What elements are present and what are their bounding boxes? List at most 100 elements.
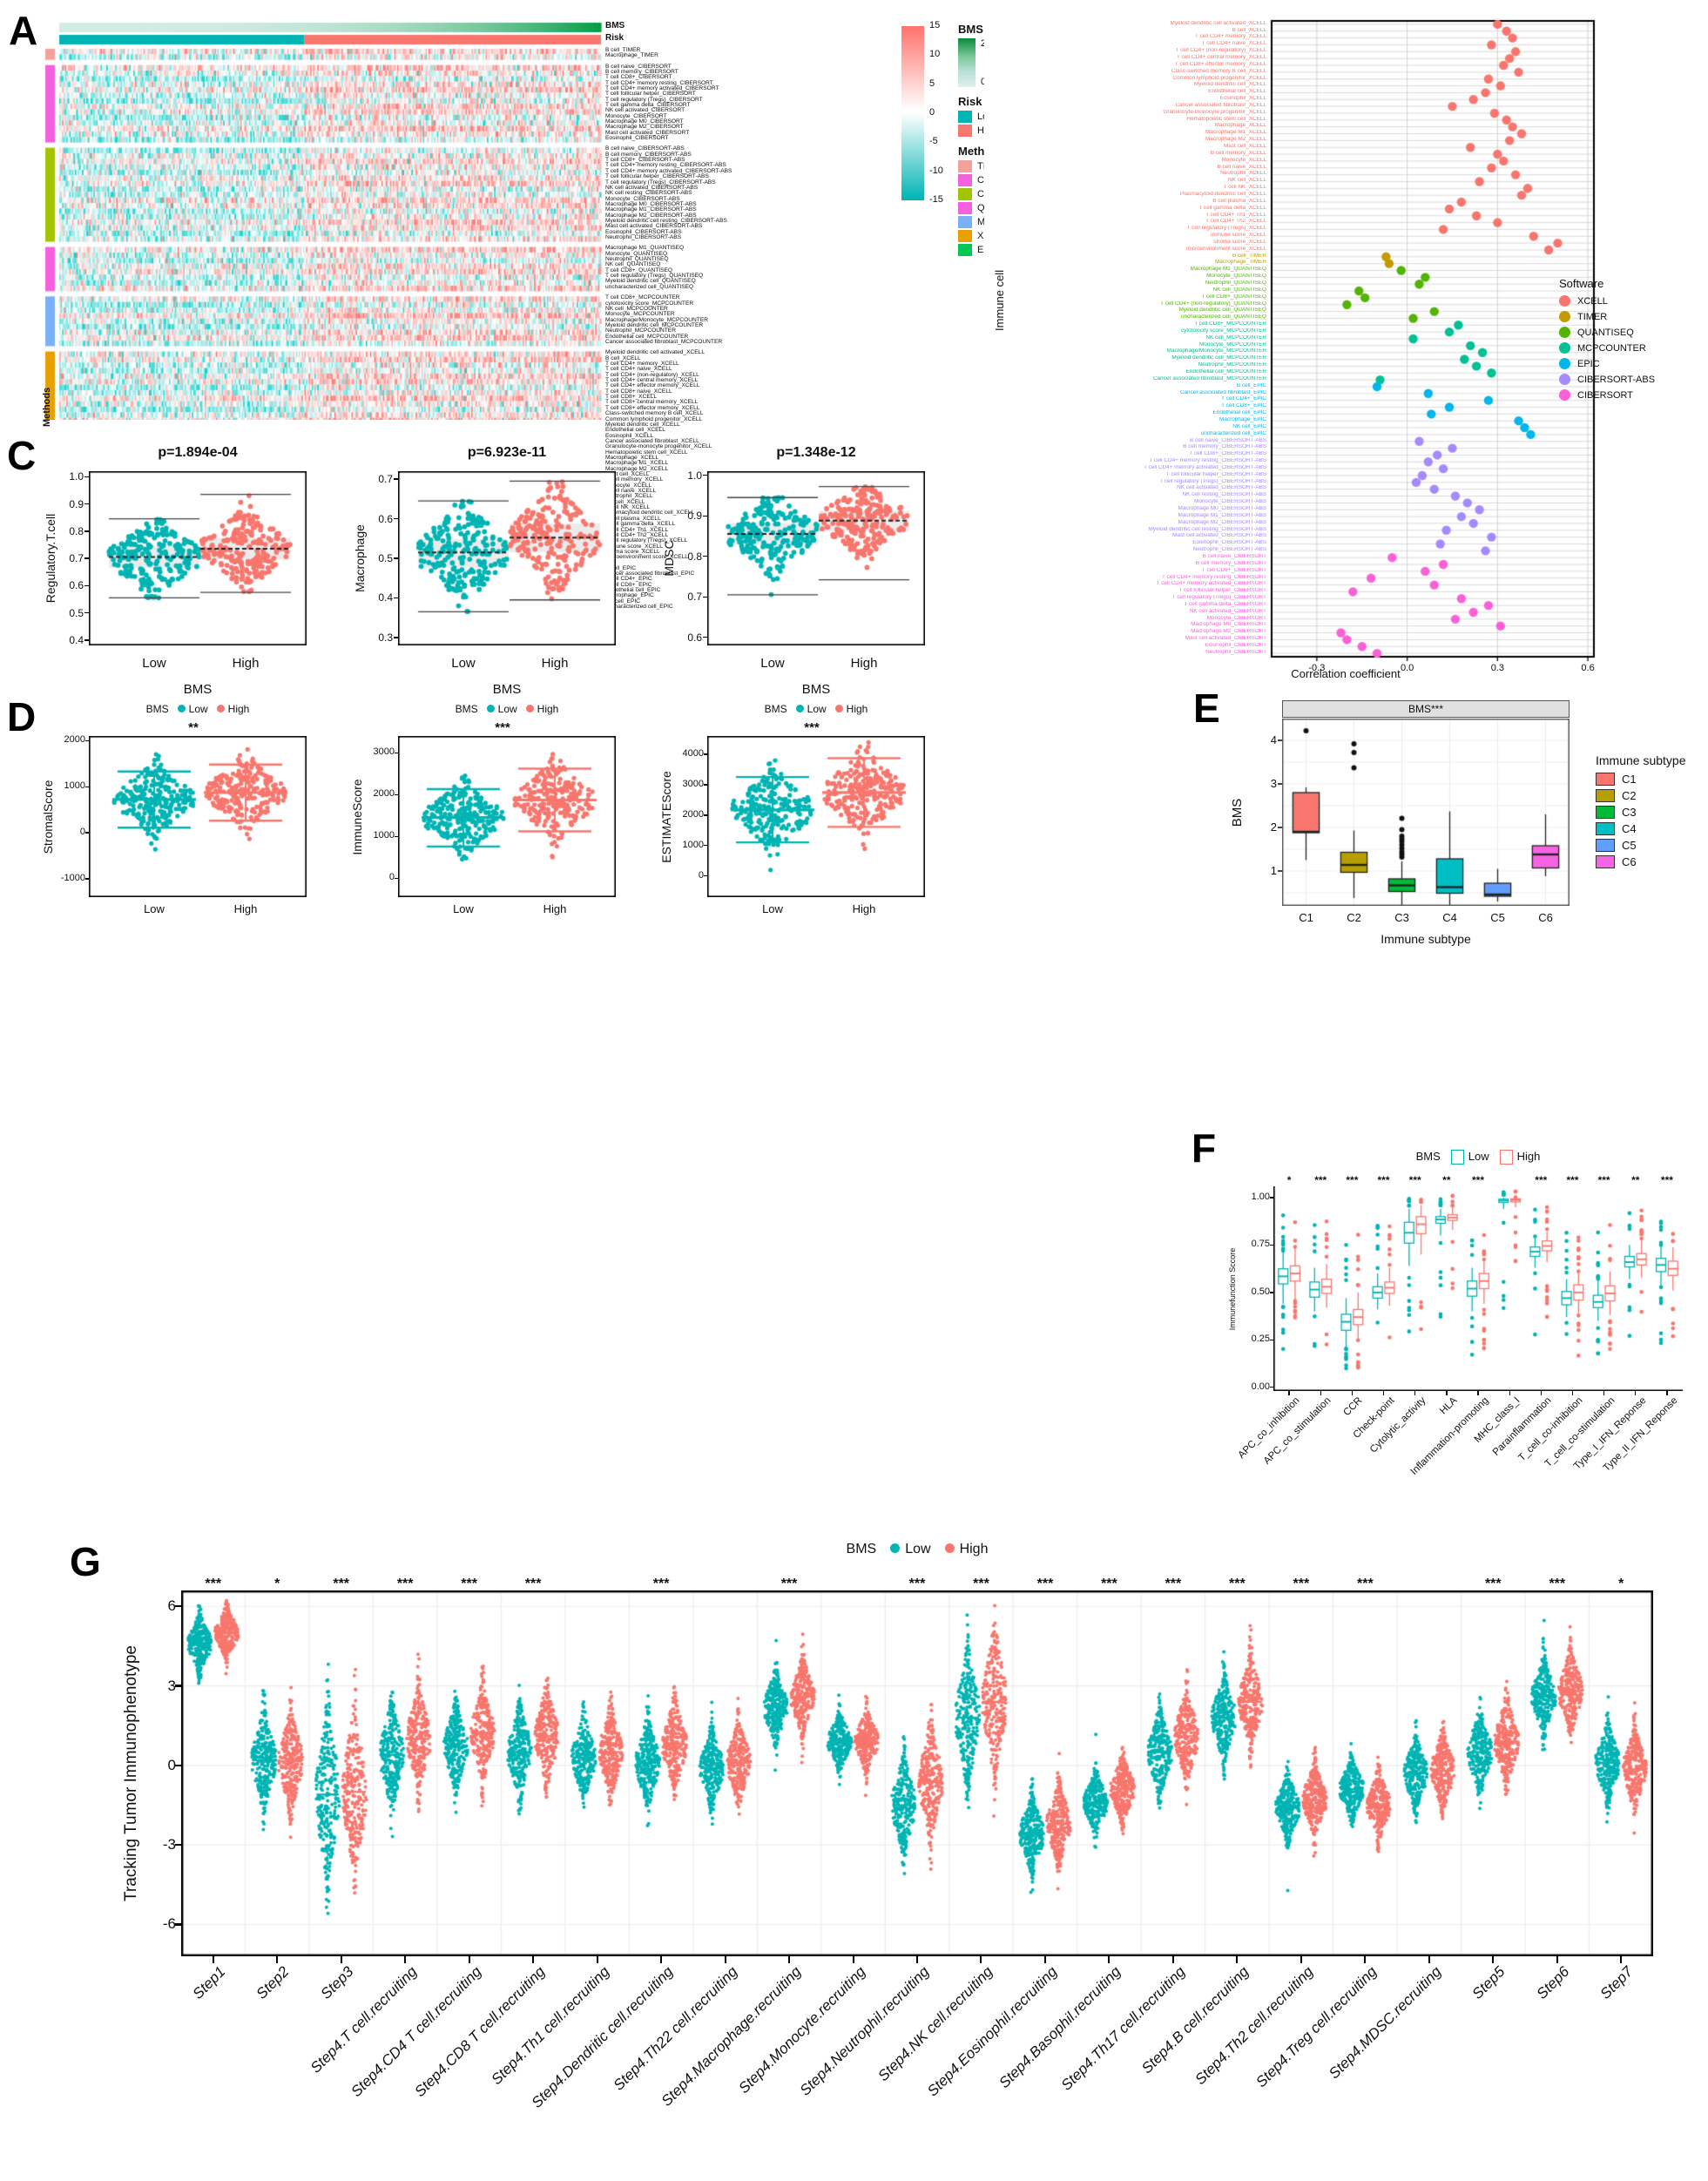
panel-f-significance: *** bbox=[1408, 1174, 1421, 1186]
panel-e-legend-item: C2 bbox=[1596, 789, 1708, 802]
panel-f-legend-label: High bbox=[1516, 1150, 1541, 1163]
panel-g-xtick-mark bbox=[660, 1956, 663, 1963]
heatmap-row-label: Neutrophil_CIBERSORT-ABS bbox=[605, 234, 682, 240]
panel-b-cell-label: Eosinophil_XCELL bbox=[1219, 96, 1266, 102]
panel-g-ytick-mark bbox=[175, 1843, 181, 1847]
panel-b-cell-label: stroma score_XCELL bbox=[1213, 239, 1266, 245]
panel-g-xtick-mark bbox=[724, 1956, 726, 1963]
panel-d-ytick: 1000 bbox=[64, 780, 85, 792]
panel-f-significance: *** bbox=[1535, 1174, 1548, 1186]
panel-c-ytick-mark bbox=[394, 557, 398, 559]
panel-d-legend: BMS Low High bbox=[707, 703, 925, 715]
software-legend-swatch bbox=[1559, 358, 1570, 369]
panel-e-legend-item: C4 bbox=[1596, 822, 1708, 835]
panel-c-ytick-mark bbox=[84, 557, 89, 559]
panel-f-significance: *** bbox=[1566, 1174, 1579, 1186]
panel-d-letter: D bbox=[7, 694, 37, 739]
panel-b-cell-label: T cell CD4+ memory_XCELL bbox=[1194, 34, 1266, 40]
panel-g-plot bbox=[181, 1590, 1653, 1956]
panel-g-ytick: -6 bbox=[162, 1915, 176, 1933]
panel-b-cell-label: Monocyte_MCPCOUNTER bbox=[1198, 341, 1266, 348]
methods-legend-swatch bbox=[958, 160, 972, 172]
panel-e-ytick-mark bbox=[1278, 739, 1282, 741]
panel-c: p=1.894e-04 Regulatory.T.cell BMS 0.4 0.5 0.6… bbox=[35, 440, 993, 697]
panel-f-ylabel-text: Immunefunction Sccore bbox=[1228, 1247, 1237, 1330]
panel-g-xtick-mark bbox=[1300, 1956, 1302, 1963]
panel-b-cell-label: Neutrophil_CIBERSORT-ABS bbox=[1192, 547, 1266, 553]
panel-b-cell-label: T cell gamma delta_CIBERSORT bbox=[1184, 601, 1266, 607]
panel-b-cell-label: T cell CD8+_QUANTISEQ bbox=[1201, 294, 1266, 300]
panel-d-ytick-mark bbox=[85, 739, 89, 742]
panel-c-ytick: 0.9 bbox=[687, 510, 702, 523]
panel-g-legend-swatch bbox=[890, 1543, 901, 1553]
panel-b-cell-label: Class-switched memory B cell_XCELL bbox=[1171, 68, 1266, 74]
panel-c-ytick-mark bbox=[84, 584, 89, 587]
panel-d: BMS Low High ** StromalScore -1000 0 1000 2000 Lo… bbox=[35, 701, 993, 945]
panel-e-plot bbox=[1282, 719, 1570, 906]
panel-g-xtick-mark bbox=[1171, 1956, 1174, 1963]
panel-g-significance: *** bbox=[524, 1577, 542, 1591]
panel-b-cell-label: Plasmacytoid dendritic cell_XCELL bbox=[1179, 191, 1266, 197]
software-legend-swatch bbox=[1559, 389, 1570, 401]
panel-c-ytick: 0.8 bbox=[687, 550, 702, 563]
panel-e-legend-title: Immune subtype bbox=[1596, 753, 1686, 767]
panel-g-ytick-mark bbox=[175, 1605, 181, 1608]
panel-d-legend-title: BMS bbox=[455, 703, 478, 715]
panel-c-ytick: 0.4 bbox=[378, 591, 393, 604]
panel-b-cell-label: immune score_XCELL bbox=[1211, 233, 1266, 239]
panel-f-legend: BMS Low High bbox=[1273, 1150, 1683, 1165]
panel-b-cell-label: T cell CD4+ memory resting_CIBERSORT bbox=[1162, 574, 1266, 580]
panel-c-group-label: High bbox=[541, 656, 569, 671]
panel-c-plot bbox=[398, 471, 616, 645]
panel-e-letter: E bbox=[1193, 685, 1220, 731]
panel-g-significance: *** bbox=[1165, 1577, 1182, 1591]
panel-e-legend-label: C6 bbox=[1622, 855, 1637, 868]
scale-tick-label: 15 bbox=[929, 20, 941, 30]
panel-g-significance: *** bbox=[973, 1577, 989, 1591]
panel-c-pvalue: p=6.923e-11 bbox=[467, 445, 547, 460]
panel-b-cell-label: T cell NK_XCELL bbox=[1223, 185, 1266, 191]
panel-d-ytick: -1000 bbox=[60, 872, 85, 883]
panel-b-cell-label: B cell plasma_XCELL bbox=[1212, 198, 1266, 204]
software-legend-item: CIBERSORT-ABS bbox=[1559, 374, 1707, 385]
panel-d-significance: ** bbox=[188, 720, 199, 735]
panel-b-cell-label: T cell CD4+ memory activated_CIBERSORT-A… bbox=[1144, 464, 1266, 470]
panel-f-xtick-mark bbox=[1320, 1391, 1321, 1395]
panel-c-ytick: 0.7 bbox=[687, 591, 702, 604]
panel-f-ytick-mark bbox=[1270, 1387, 1273, 1388]
panel-g-significance: *** bbox=[1036, 1577, 1054, 1591]
panel-e-legend-label: C4 bbox=[1622, 822, 1637, 835]
panel-b-cell-label: T cell CD4+_EPIC bbox=[1221, 396, 1266, 402]
panel-e-xtick: C2 bbox=[1347, 911, 1361, 924]
panel-c-ytick: 0.8 bbox=[69, 524, 84, 537]
panel-d-ytick: 2000 bbox=[682, 808, 704, 820]
panel-b-cell-label: Endothelial cell_EPIC bbox=[1212, 410, 1266, 416]
panel-e-legend-item: C3 bbox=[1596, 806, 1708, 819]
panel-g-legend-label: Low bbox=[905, 1542, 931, 1556]
panel-b-cell-label: Myeloid dendritic cell_XCELL bbox=[1193, 82, 1266, 88]
panel-f-xtick-mark bbox=[1603, 1391, 1605, 1395]
panel-b-cell-label: T cell gamma delta_XCELL bbox=[1198, 205, 1266, 211]
panel-f-xtick-mark bbox=[1414, 1391, 1416, 1395]
panel-d-ytick: 1000 bbox=[682, 839, 704, 850]
panel-b-cell-label: Myeloid dendritic cell resting_CIBERSORT… bbox=[1148, 526, 1266, 532]
panel-g-significance: *** bbox=[333, 1577, 350, 1591]
panel-d-legend-label: Low bbox=[497, 703, 517, 715]
panel-d-ytick: 0 bbox=[698, 869, 704, 881]
panel-g-significance: *** bbox=[205, 1577, 222, 1591]
panel-c-xlabel: BMS bbox=[801, 682, 831, 697]
panel-d-ytick-mark bbox=[395, 793, 398, 796]
panel-b-cell-label: T cell CD4+ (non-regulatory)_XCELL bbox=[1175, 48, 1267, 54]
panel-d-canvas bbox=[707, 736, 925, 897]
panel-b-cell-label: Macrophage M2_CIBERSORT-ABS bbox=[1178, 519, 1266, 525]
panel-g-legend-swatch bbox=[944, 1543, 955, 1553]
software-legend-swatch bbox=[1559, 342, 1570, 354]
panel-g-xtick-mark bbox=[340, 1956, 342, 1963]
panel-g-ytick: 0 bbox=[167, 1756, 176, 1773]
panel-d-ytick-mark bbox=[85, 832, 89, 834]
panel-c-ytick: 1.0 bbox=[69, 470, 84, 483]
panel-b-cell-label: Common lymphoid progenitor_XCELL bbox=[1172, 75, 1266, 81]
panel-b-cell-label: T cell regulatory (Tregs)_CIBERSORT bbox=[1171, 595, 1266, 601]
panel-g-xtick-mark bbox=[596, 1956, 598, 1963]
panel-b-cell-label: Cancer associated fibroblast_XCELL bbox=[1175, 102, 1266, 108]
